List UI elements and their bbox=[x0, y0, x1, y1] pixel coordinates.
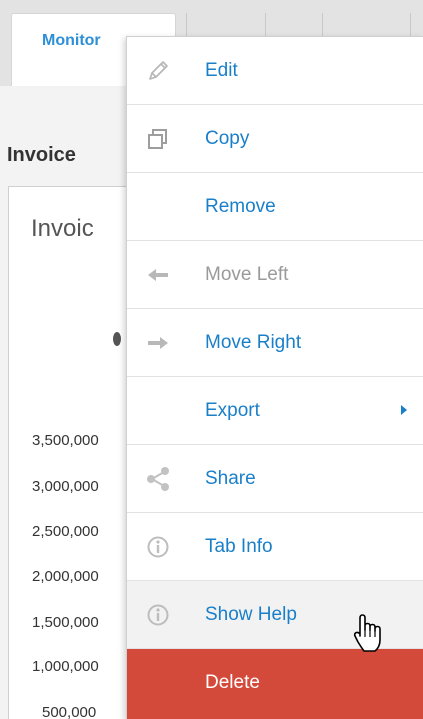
menu-item-share[interactable]: Share bbox=[127, 445, 423, 513]
info-icon bbox=[144, 533, 172, 561]
arrow-left-icon bbox=[144, 261, 172, 289]
y-tick-label: 1,500,000 bbox=[32, 614, 99, 631]
menu-item-move-left[interactable]: Move Left bbox=[127, 241, 423, 309]
widget-title: Invoic bbox=[31, 215, 94, 242]
y-tick-label: 3,500,000 bbox=[32, 432, 99, 449]
menu-item-delete[interactable]: Delete bbox=[127, 649, 423, 719]
menu-item-edit[interactable]: Edit bbox=[127, 37, 423, 105]
menu-item-export[interactable]: Export bbox=[127, 377, 423, 445]
hand-pointer-icon bbox=[352, 614, 384, 654]
menu-item-label: Share bbox=[205, 468, 256, 489]
info-icon bbox=[144, 601, 172, 629]
menu-item-label: Copy bbox=[205, 128, 250, 149]
menu-item-move-right[interactable]: Move Right bbox=[127, 309, 423, 377]
menu-item-label: Export bbox=[205, 400, 260, 421]
menu-item-label: Tab Info bbox=[205, 536, 273, 557]
tab-monitor-label: Monitor bbox=[42, 32, 101, 49]
menu-item-label: Remove bbox=[205, 196, 276, 217]
y-tick-label: 500,000 bbox=[42, 704, 97, 719]
dashboard-screen: Monitor Invoice Invoic 3,500,000 3,000,0… bbox=[0, 0, 423, 719]
arrow-right-icon bbox=[144, 329, 172, 357]
chevron-right-icon bbox=[401, 405, 407, 415]
menu-item-label: Edit bbox=[205, 60, 238, 81]
share-icon bbox=[144, 465, 172, 493]
pencil-icon bbox=[144, 57, 172, 85]
y-tick-label: 2,500,000 bbox=[32, 523, 99, 540]
menu-item-label: Delete bbox=[205, 672, 260, 693]
menu-item-label: Move Left bbox=[205, 264, 289, 285]
menu-item-label: Show Help bbox=[205, 604, 297, 625]
y-tick-label: 2,000,000 bbox=[32, 568, 99, 585]
tab-separator bbox=[265, 13, 266, 37]
tab-separator bbox=[410, 13, 411, 37]
y-tick-label: 1,000,000 bbox=[32, 658, 99, 675]
section-title: Invoice bbox=[7, 144, 76, 166]
y-tick-label: 3,000,000 bbox=[32, 478, 99, 495]
menu-item-remove[interactable]: Remove bbox=[127, 173, 423, 241]
tab-separator bbox=[186, 13, 187, 37]
menu-item-label: Move Right bbox=[205, 332, 302, 353]
menu-item-tab-info[interactable]: Tab Info bbox=[127, 513, 423, 581]
tab-separator bbox=[322, 13, 323, 37]
chart-fragment bbox=[113, 332, 121, 346]
copy-icon bbox=[144, 125, 172, 153]
menu-item-copy[interactable]: Copy bbox=[127, 105, 423, 173]
